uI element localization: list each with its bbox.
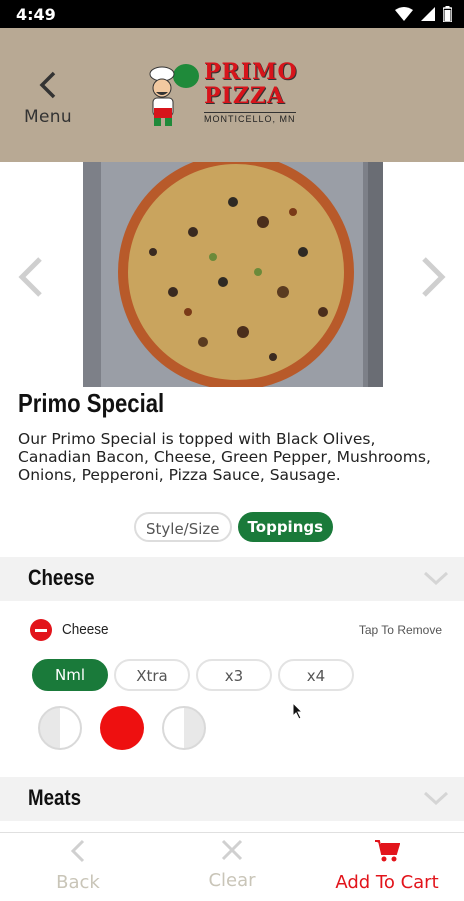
menu-button[interactable]: Menu [18,70,78,127]
primo-pizza-logo: PRIMO PIZZA MONTICELLO, MN [140,56,320,136]
signal-icon [421,7,435,21]
back-button[interactable]: Back [38,839,118,893]
bottom-action-bar: Back Clear Add To Cart [0,832,464,901]
brand-line1: PRIMO [204,59,298,85]
topping-name: Cheese [62,621,109,638]
carousel-prev-button[interactable] [18,257,44,302]
brand-location: MONTICELLO, MN [204,112,296,124]
topping-row-cheese: Cheese Tap To Remove [30,617,444,645]
product-image-carousel [0,162,464,387]
carousel-next-button[interactable] [420,257,446,302]
quantity-options: Nml Xtra x3 x4 [32,659,354,691]
chevron-left-icon [18,257,42,297]
coverage-options [38,706,206,750]
right-half-coverage-button[interactable] [162,706,206,750]
shopping-cart-icon [375,840,401,862]
section-header-cheese[interactable]: Cheese [0,557,464,601]
chevron-left-icon [70,839,85,863]
chevron-left-icon [39,71,56,99]
tab-toppings[interactable]: Toppings [237,512,334,542]
section-title-meats: Meats [28,785,82,810]
left-half-coverage-button[interactable] [38,706,82,750]
back-label: Back [56,872,100,893]
quantity-option-x4[interactable]: x4 [278,659,354,691]
option-tabs: Style/Size Toppings [134,512,334,542]
quantity-option-x3[interactable]: x3 [196,659,272,691]
remove-topping-button[interactable] [30,619,52,641]
wifi-icon [395,7,413,21]
section-header-meats[interactable]: Meats [0,777,464,821]
status-bar: 4:49 [0,0,464,28]
clear-button[interactable]: Clear [192,839,272,891]
product-description: Our Primo Special is topped with Black O… [18,430,431,484]
tap-to-remove-hint: Tap To Remove [358,623,442,637]
chevron-right-icon [422,257,446,297]
product-title: Primo Special [18,388,165,418]
pizza-image [83,162,383,387]
brand-name: PRIMO PIZZA [204,60,298,108]
add-to-cart-button[interactable]: Add To Cart [322,839,452,893]
app-header: Menu PRIMO PIZZA MONTICELLO, MN [0,28,464,162]
chevron-down-icon [423,571,449,586]
whole-coverage-button[interactable] [100,706,144,750]
add-to-cart-label: Add To Cart [335,872,439,893]
status-time: 4:49 [16,5,56,24]
close-icon [221,839,243,861]
quantity-option-xtra[interactable]: Xtra [114,659,190,691]
status-icons [395,6,452,22]
clear-label: Clear [208,870,256,891]
section-title-cheese: Cheese [28,565,95,590]
brand-line2: PIZZA [204,83,286,109]
chevron-down-icon [423,791,449,806]
battery-icon [443,6,452,22]
tab-style-size[interactable]: Style/Size [134,512,232,542]
mouse-cursor-icon [292,702,304,720]
chef-mascot-icon [149,64,199,126]
menu-label: Menu [24,107,72,127]
quantity-option-nml[interactable]: Nml [32,659,108,691]
